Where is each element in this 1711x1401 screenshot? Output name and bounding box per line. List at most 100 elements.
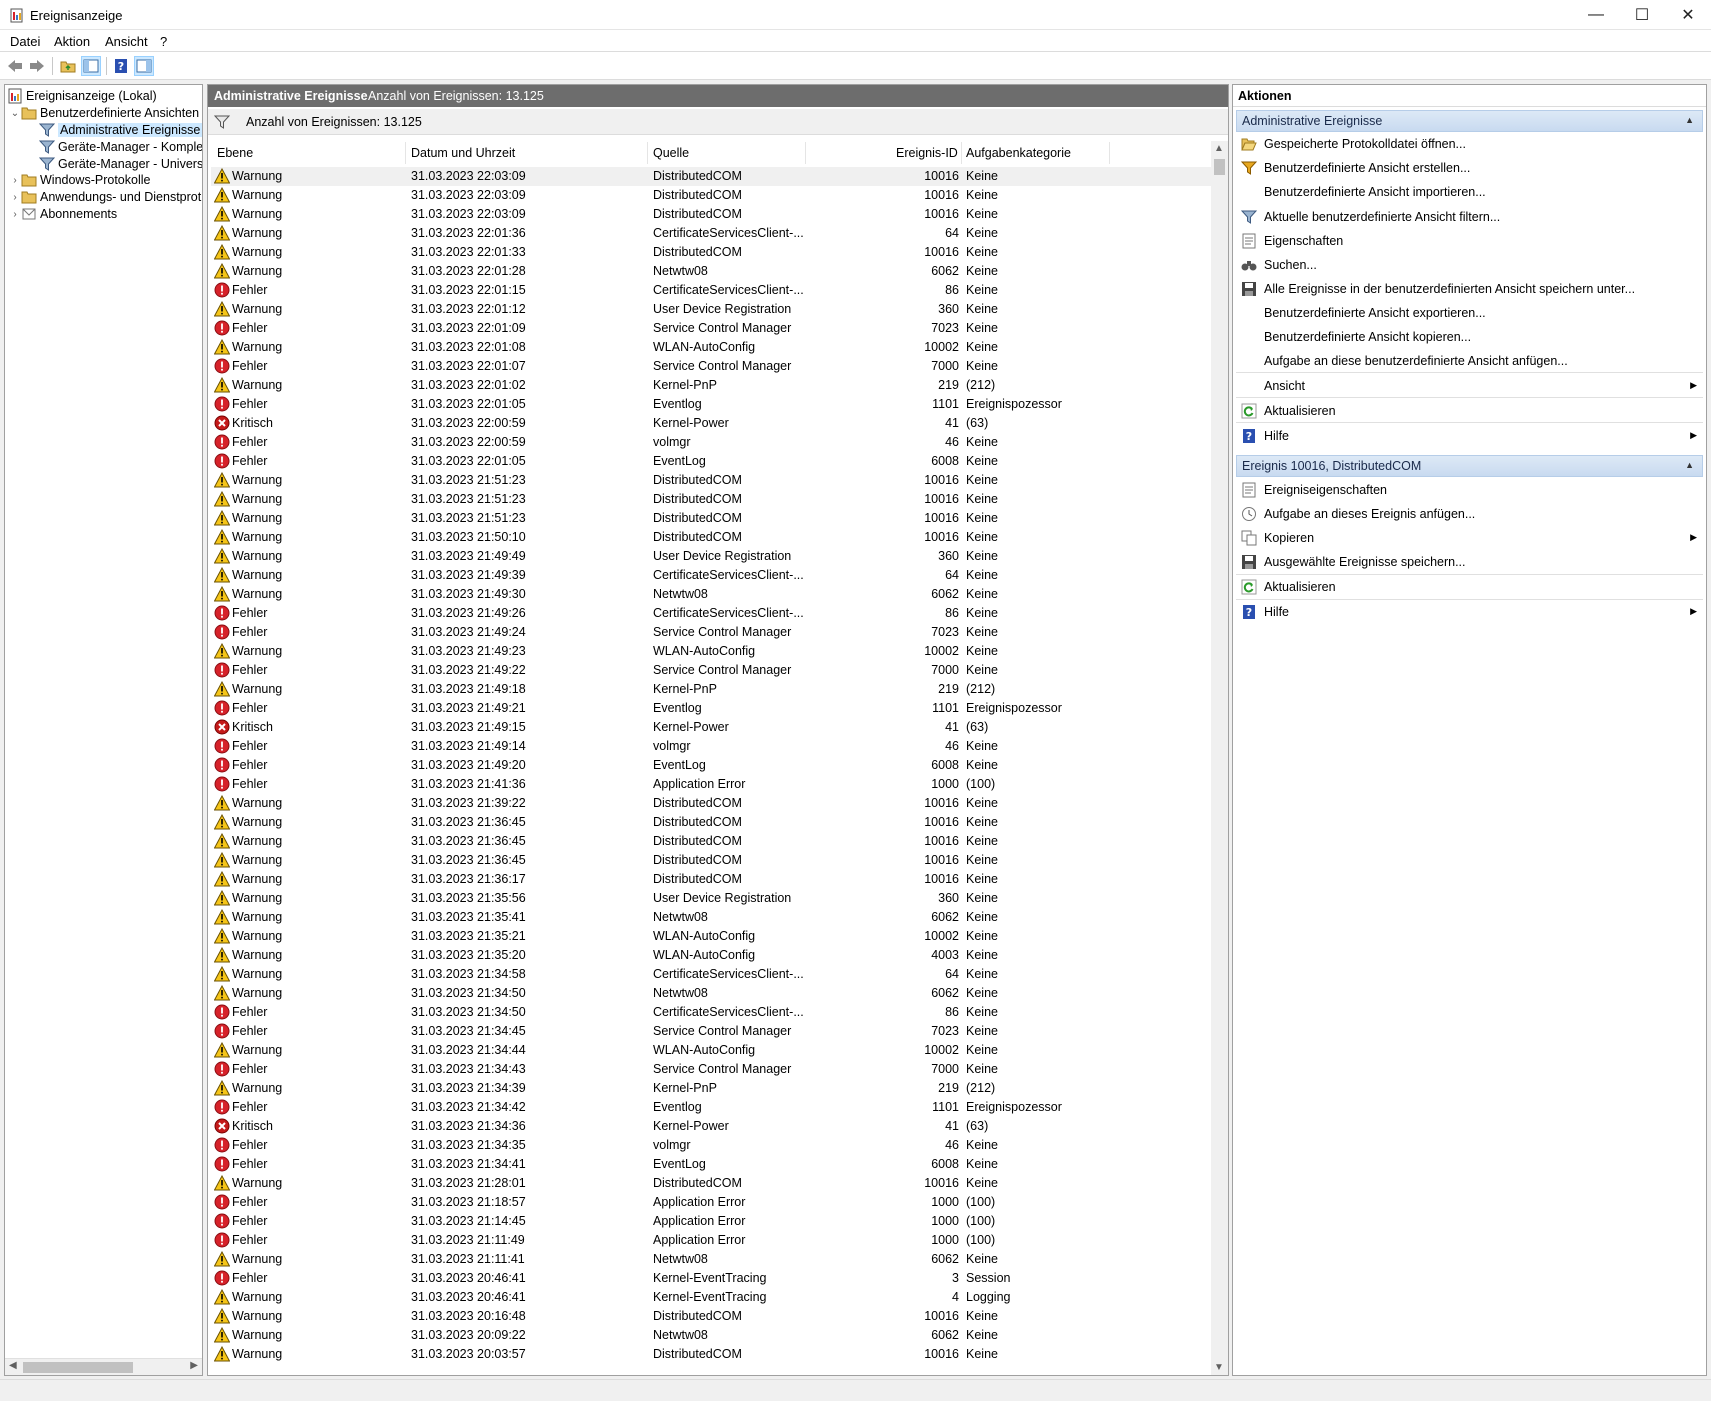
action-item[interactable]: ? Hilfe ▶ [1236, 425, 1703, 447]
column-divider[interactable] [1109, 142, 1110, 164]
action-item[interactable]: Benutzerdefinierte Ansicht exportieren..… [1236, 302, 1703, 324]
table-row[interactable]: Warnung 31.03.2023 21:51:23 DistributedCOM… [211, 490, 1211, 509]
table-row[interactable]: Warnung 31.03.2023 20:03:57 DistributedCOM… [211, 1345, 1211, 1364]
table-row[interactable]: Warnung 31.03.2023 21:49:49 User Device Re… [211, 547, 1211, 566]
help-button[interactable]: ? [111, 56, 131, 76]
tree-item-7[interactable]: › Abonnements [9, 205, 117, 223]
table-row[interactable]: Kritisch 31.03.2023 21:34:36 Kernel-Power 4… [211, 1117, 1211, 1136]
tree-item-5[interactable]: › Windows-Protokolle [9, 171, 150, 189]
column-header-quelle[interactable]: Quelle [653, 146, 689, 160]
table-row[interactable]: Warnung 31.03.2023 21:49:39 CertificateSer… [211, 566, 1211, 585]
table-row[interactable]: Warnung 31.03.2023 22:01:28 Netwtw08 6062 Ke… [211, 262, 1211, 281]
table-row[interactable]: Fehler 31.03.2023 21:49:24 Service Control… [211, 623, 1211, 642]
column-divider[interactable] [961, 142, 962, 164]
table-row[interactable]: Fehler 31.03.2023 21:34:43 Service Control… [211, 1060, 1211, 1079]
table-row[interactable]: Warnung 31.03.2023 21:36:45 DistributedCOM… [211, 832, 1211, 851]
action-item[interactable]: Suchen... [1236, 254, 1703, 276]
action-item[interactable]: Gespeicherte Protokolldatei öffnen... [1236, 133, 1703, 155]
menu-datei[interactable]: Datei [10, 34, 40, 49]
table-row[interactable]: Warnung 31.03.2023 21:34:50 Netwtw08 6062 Ke… [211, 984, 1211, 1003]
table-row[interactable]: Warnung 31.03.2023 20:46:41 Kernel-EventTr… [211, 1288, 1211, 1307]
chevron-down-icon[interactable]: ⌄ [9, 108, 21, 119]
minimize-button[interactable]: — [1573, 0, 1619, 30]
action-item[interactable]: Kopieren ▶ [1236, 527, 1703, 549]
tree-item-3[interactable]: Geräte-Manager - Komple [39, 138, 202, 156]
menu-ansicht[interactable]: Ansicht [105, 34, 148, 49]
back-button[interactable] [5, 56, 25, 76]
table-row[interactable]: Warnung 31.03.2023 21:49:23 WLAN-AutoConfi… [211, 642, 1211, 661]
action-item[interactable]: Aktualisieren [1236, 400, 1703, 422]
table-row[interactable]: Warnung 31.03.2023 21:49:18 Kernel-PnP 219 (… [211, 680, 1211, 699]
tree-item-6[interactable]: › Anwendungs- und Dienstprot [9, 188, 201, 206]
table-row[interactable]: Warnung 31.03.2023 21:51:23 DistributedCOM… [211, 509, 1211, 528]
table-row[interactable]: Fehler 31.03.2023 21:34:41 EventLog 6008 Kei… [211, 1155, 1211, 1174]
table-row[interactable]: Warnung 31.03.2023 20:09:22 Netwtw08 6062 Ke… [211, 1326, 1211, 1345]
table-row[interactable]: Fehler 31.03.2023 22:01:05 Eventlog 1101 Ere… [211, 395, 1211, 414]
action-item[interactable]: Eigenschaften [1236, 230, 1703, 252]
table-row[interactable]: Warnung 31.03.2023 20:16:48 DistributedCOM… [211, 1307, 1211, 1326]
scroll-down-icon[interactable]: ▼ [1214, 1362, 1224, 1373]
column-divider[interactable] [805, 142, 806, 164]
action-item[interactable]: Benutzerdefinierte Ansicht kopieren... [1236, 326, 1703, 348]
table-row[interactable]: Fehler 31.03.2023 21:49:22 Service Control… [211, 661, 1211, 680]
show-hide-action-pane-button[interactable] [134, 56, 154, 76]
close-button[interactable]: ✕ [1665, 0, 1711, 30]
table-row[interactable]: Fehler 31.03.2023 22:00:59 volmgr 46 Keine [211, 433, 1211, 452]
collapse-icon[interactable]: ▲ [1685, 460, 1694, 470]
table-row[interactable]: Warnung 31.03.2023 22:01:02 Kernel-PnP 219 (… [211, 376, 1211, 395]
action-item[interactable]: Alle Ereignisse in der benutzerdefiniert… [1236, 278, 1703, 300]
table-row[interactable]: Warnung 31.03.2023 21:11:41 Netwtw08 6062 Ke… [211, 1250, 1211, 1269]
column-divider[interactable] [647, 142, 648, 164]
scroll-right-icon[interactable]: ▶ [190, 1360, 198, 1371]
table-row[interactable]: Fehler 31.03.2023 22:01:15 CertificateServ… [211, 281, 1211, 300]
column-header-datum[interactable]: Datum und Uhrzeit [411, 146, 515, 160]
table-row[interactable]: Warnung 31.03.2023 21:35:20 WLAN-AutoConfi… [211, 946, 1211, 965]
table-row[interactable]: Fehler 31.03.2023 21:34:50 CertificateServ… [211, 1003, 1211, 1022]
chevron-right-icon[interactable]: › [9, 175, 21, 186]
table-row[interactable]: Fehler 31.03.2023 22:01:07 Service Control… [211, 357, 1211, 376]
table-row[interactable]: Fehler 31.03.2023 21:49:20 EventLog 6008 Kei… [211, 756, 1211, 775]
action-item[interactable]: Ereigniseigenschaften [1236, 479, 1703, 501]
menu-aktion[interactable]: Aktion [54, 34, 90, 49]
chevron-right-icon[interactable]: › [9, 209, 21, 220]
table-row[interactable]: Warnung 31.03.2023 22:01:08 WLAN-AutoConfi… [211, 338, 1211, 357]
actions-section-header[interactable]: Administrative Ereignisse ▲ [1236, 110, 1703, 132]
chevron-right-icon[interactable]: › [9, 192, 21, 203]
table-row[interactable]: Fehler 31.03.2023 20:46:41 Kernel-EventTra… [211, 1269, 1211, 1288]
table-row[interactable]: Fehler 31.03.2023 22:01:09 Service Control… [211, 319, 1211, 338]
horizontal-scrollbar[interactable]: ◀ ▶ [5, 1358, 202, 1375]
table-row[interactable]: Warnung 31.03.2023 21:51:23 DistributedCOM… [211, 471, 1211, 490]
tree-item-1[interactable]: ⌄ Benutzerdefinierte Ansichten [9, 104, 199, 122]
table-row[interactable]: Warnung 31.03.2023 22:01:33 DistributedCOM… [211, 243, 1211, 262]
scroll-left-icon[interactable]: ◀ [9, 1360, 17, 1371]
action-item[interactable]: Benutzerdefinierte Ansicht erstellen... [1236, 157, 1703, 179]
table-row[interactable]: Warnung 31.03.2023 21:28:01 DistributedCOM… [211, 1174, 1211, 1193]
table-row[interactable]: Warnung 31.03.2023 21:34:44 WLAN-AutoConfi… [211, 1041, 1211, 1060]
table-row[interactable]: Fehler 31.03.2023 21:49:21 Eventlog 1101 Ere… [211, 699, 1211, 718]
action-item[interactable]: Aufgabe an diese benutzerdefinierte Ansi… [1236, 350, 1703, 372]
table-row[interactable]: Warnung 31.03.2023 21:35:21 WLAN-AutoConfi… [211, 927, 1211, 946]
table-row[interactable]: Warnung 31.03.2023 21:34:58 CertificateSer… [211, 965, 1211, 984]
table-row[interactable]: Warnung 31.03.2023 22:03:09 DistributedCOM… [211, 186, 1211, 205]
scroll-thumb[interactable] [23, 1362, 133, 1373]
table-row[interactable]: Warnung 31.03.2023 22:03:09 DistributedCOM… [211, 205, 1211, 224]
up-folder-button[interactable] [58, 56, 78, 76]
vertical-scrollbar[interactable]: ▲ ▼ [1211, 141, 1228, 1375]
table-row[interactable]: Warnung 31.03.2023 21:39:22 DistributedCOM… [211, 794, 1211, 813]
table-row[interactable]: Fehler 31.03.2023 21:18:57 Application Err… [211, 1193, 1211, 1212]
table-row[interactable]: Fehler 31.03.2023 21:14:45 Application Err… [211, 1212, 1211, 1231]
menu-help[interactable]: ? [160, 34, 167, 49]
maximize-button[interactable]: ☐ [1619, 0, 1665, 30]
action-item[interactable]: Aktualisieren [1236, 576, 1703, 598]
table-row[interactable]: Fehler 31.03.2023 21:49:14 volmgr 46 Keine [211, 737, 1211, 756]
table-row[interactable]: Warnung 31.03.2023 21:35:41 Netwtw08 6062 Ke… [211, 908, 1211, 927]
action-item[interactable]: Ausgewählte Ereignisse speichern... [1236, 551, 1703, 573]
table-row[interactable]: Warnung 31.03.2023 21:34:39 Kernel-PnP 219 (… [211, 1079, 1211, 1098]
column-header-ereignis-id[interactable]: Ereignis-ID [896, 146, 958, 160]
table-row[interactable]: Kritisch 31.03.2023 22:00:59 Kernel-Power 4… [211, 414, 1211, 433]
table-row[interactable]: Warnung 31.03.2023 21:36:45 DistributedCOM… [211, 813, 1211, 832]
table-row[interactable]: Fehler 31.03.2023 22:01:05 EventLog 6008 Kei… [211, 452, 1211, 471]
table-row[interactable]: Fehler 31.03.2023 21:34:35 volmgr 46 Keine [211, 1136, 1211, 1155]
table-row[interactable]: Warnung 31.03.2023 21:35:56 User Device Re… [211, 889, 1211, 908]
forward-button[interactable] [27, 56, 47, 76]
